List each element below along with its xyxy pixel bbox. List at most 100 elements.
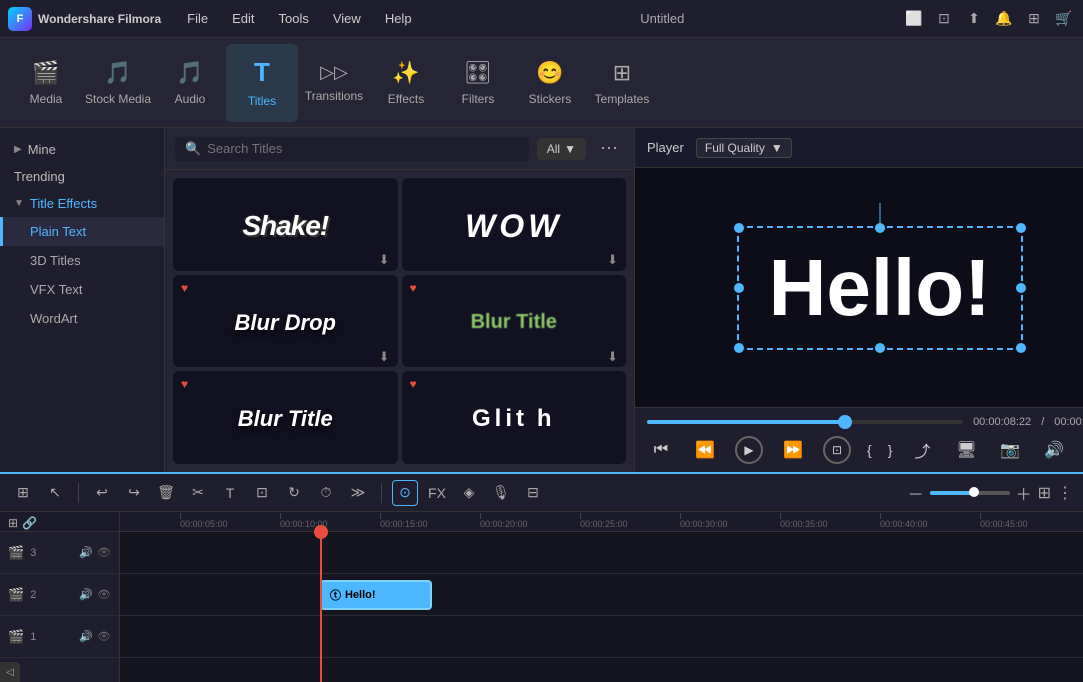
track-2-volume[interactable]: 🔊 (79, 588, 93, 601)
track-3-visible[interactable]: 👁 (97, 546, 111, 559)
minimize-icon[interactable]: ⬜ (903, 8, 925, 30)
handle-middle-right[interactable] (1016, 283, 1026, 293)
toolbar-media[interactable]: 🎬 Media (10, 44, 82, 122)
step-forward-button[interactable]: ⏩ (779, 436, 807, 464)
handle-bottom-center[interactable] (875, 343, 885, 353)
download-icon-blur-01[interactable]: ⬇ (607, 349, 618, 365)
main-content: ▶ Mine Trending ▼ Title Effects Plain Te… (0, 128, 1083, 472)
tile-blur-03[interactable]: ♥ Blur Drop ⬇ Blur in Title 03 (173, 275, 398, 368)
fx-button[interactable]: FX (424, 480, 450, 506)
download-icon-blur-03[interactable]: ⬇ (379, 349, 390, 365)
download-icon-shake-01[interactable]: ⬇ (379, 252, 390, 268)
toolbar-audio[interactable]: 🎵 Audio (154, 44, 226, 122)
crop-button[interactable]: ⊡ (249, 480, 275, 506)
filter-button[interactable]: All ▼ (537, 138, 586, 160)
play-button[interactable]: ▶ (735, 436, 763, 464)
cart-icon[interactable]: 🛒 (1053, 8, 1075, 30)
menu-tools[interactable]: Tools (269, 7, 319, 30)
more-options-button[interactable]: ⋯ (594, 136, 624, 161)
tile-shake-02[interactable]: WOW ⬇ Shake Title 02 (402, 178, 627, 271)
menu-help[interactable]: Help (375, 7, 422, 30)
grid-icon[interactable]: ⊞ (1023, 8, 1045, 30)
mark-in-button[interactable]: { (867, 442, 872, 458)
search-input[interactable] (207, 141, 519, 156)
display-mode-button[interactable]: 🖥 (952, 436, 980, 464)
ripple-button[interactable]: ⊙ (392, 480, 418, 506)
track-3-volume[interactable]: 🔊 (79, 546, 93, 559)
handle-top-right[interactable] (1016, 223, 1026, 233)
toolbar-transitions[interactable]: ▷▷ Transitions (298, 44, 370, 122)
ruler-tick-25: 00:00:25:00 (580, 519, 628, 529)
tile-shake-01[interactable]: Shake! ⬇ Shake Title 01 (173, 178, 398, 271)
notification-icon[interactable]: 🔔 (993, 8, 1015, 30)
zoom-slider[interactable] (930, 491, 1010, 495)
panel-vfx-text[interactable]: VFX Text (0, 275, 164, 304)
rotate-button[interactable]: ↻ (281, 480, 307, 506)
text-button[interactable]: T (217, 480, 243, 506)
add-track-button[interactable]: ⊞ (10, 480, 36, 506)
track-1-volume[interactable]: 🔊 (79, 630, 93, 643)
skip-back-button[interactable]: ⏮ (647, 436, 675, 464)
panel-mine[interactable]: ▶ Mine (0, 136, 164, 163)
quality-select[interactable]: Full Quality ▼ (696, 138, 792, 158)
undo-button[interactable]: ↩ (89, 480, 115, 506)
snapshot-button[interactable]: 📷 (996, 436, 1024, 464)
layout-button[interactable]: ⊞ (1038, 483, 1051, 503)
panel-3d-titles[interactable]: 3D Titles (0, 246, 164, 275)
mark-out-button[interactable]: } (888, 442, 893, 458)
quality-chevron-icon: ▼ (771, 141, 783, 155)
speed-button[interactable]: ⏱ (313, 480, 339, 506)
tile-glitch-01[interactable]: ♥ Glit h (402, 371, 627, 464)
toolbar-stock-label: Stock Media (85, 92, 151, 106)
mine-arrow: ▶ (14, 144, 22, 155)
progress-thumb[interactable] (838, 415, 852, 429)
panel-title-effects[interactable]: ▼ Title Effects (0, 190, 164, 217)
menu-file[interactable]: File (177, 7, 218, 30)
upload-icon[interactable]: ⬆ (963, 8, 985, 30)
panel-trending[interactable]: Trending (0, 163, 164, 190)
handle-top-left[interactable] (734, 223, 744, 233)
download-icon-shake-02[interactable]: ⬇ (607, 252, 618, 268)
volume-button[interactable]: 🔊 (1040, 436, 1068, 464)
step-back-button[interactable]: ⏪ (691, 436, 719, 464)
tile-blur-title2[interactable]: ♥ Blur Title (173, 371, 398, 464)
more-tools-button[interactable]: ≫ (345, 480, 371, 506)
screen-icon[interactable]: ⊡ (933, 8, 955, 30)
export-frame-button[interactable]: ⤴ (908, 436, 936, 464)
toolbar-effects[interactable]: ✨ Effects (370, 44, 442, 122)
add-track-inline-button[interactable]: ⊞ (8, 516, 18, 530)
settings-timeline-button[interactable]: ⋮ (1057, 483, 1073, 503)
progress-bar[interactable] (647, 420, 963, 424)
group-button[interactable]: ⊟ (520, 480, 546, 506)
tile-blur-01[interactable]: ♥ Blur Title ⬇ Blur in Title 01 (402, 275, 627, 368)
menu-edit[interactable]: Edit (222, 7, 264, 30)
select-tool-button[interactable]: ↖ (42, 480, 68, 506)
panel-wordart[interactable]: WordArt (0, 304, 164, 333)
handle-bottom-left[interactable] (734, 343, 744, 353)
redo-button[interactable]: ↪ (121, 480, 147, 506)
zoom-minus-button[interactable]: － (908, 481, 924, 505)
clip-hello[interactable]: ⓣ Hello! (320, 580, 432, 610)
toolbar-templates[interactable]: ⊞ Templates (586, 44, 658, 122)
audio-track-button[interactable]: 🎙 (488, 480, 514, 506)
handle-middle-left[interactable] (734, 283, 744, 293)
stickers-icon: 😊 (536, 60, 563, 86)
handle-bottom-right[interactable] (1016, 343, 1026, 353)
loop-button[interactable]: ⊡ (823, 436, 851, 464)
toolbar-stock-media[interactable]: 🎵 Stock Media (82, 44, 154, 122)
toolbar-titles[interactable]: T Titles (226, 44, 298, 122)
panel-plain-text[interactable]: Plain Text (0, 217, 164, 246)
zoom-thumb[interactable] (969, 487, 979, 497)
toolbar-filters[interactable]: 🎛 Filters (442, 44, 514, 122)
cut-button[interactable]: ✂ (185, 480, 211, 506)
delete-button[interactable]: 🗑 (153, 480, 179, 506)
snap-button[interactable]: 🔗 (22, 516, 37, 530)
track-1-visible[interactable]: 👁 (97, 630, 111, 643)
handle-top-center[interactable] (875, 223, 885, 233)
track-2-visible[interactable]: 👁 (97, 588, 111, 601)
zoom-plus-button[interactable]: ＋ (1016, 481, 1032, 505)
ai-button[interactable]: ◈ (456, 480, 482, 506)
toolbar-stickers[interactable]: 😊 Stickers (514, 44, 586, 122)
search-input-wrap[interactable]: 🔍 (175, 137, 529, 161)
menu-view[interactable]: View (323, 7, 371, 30)
